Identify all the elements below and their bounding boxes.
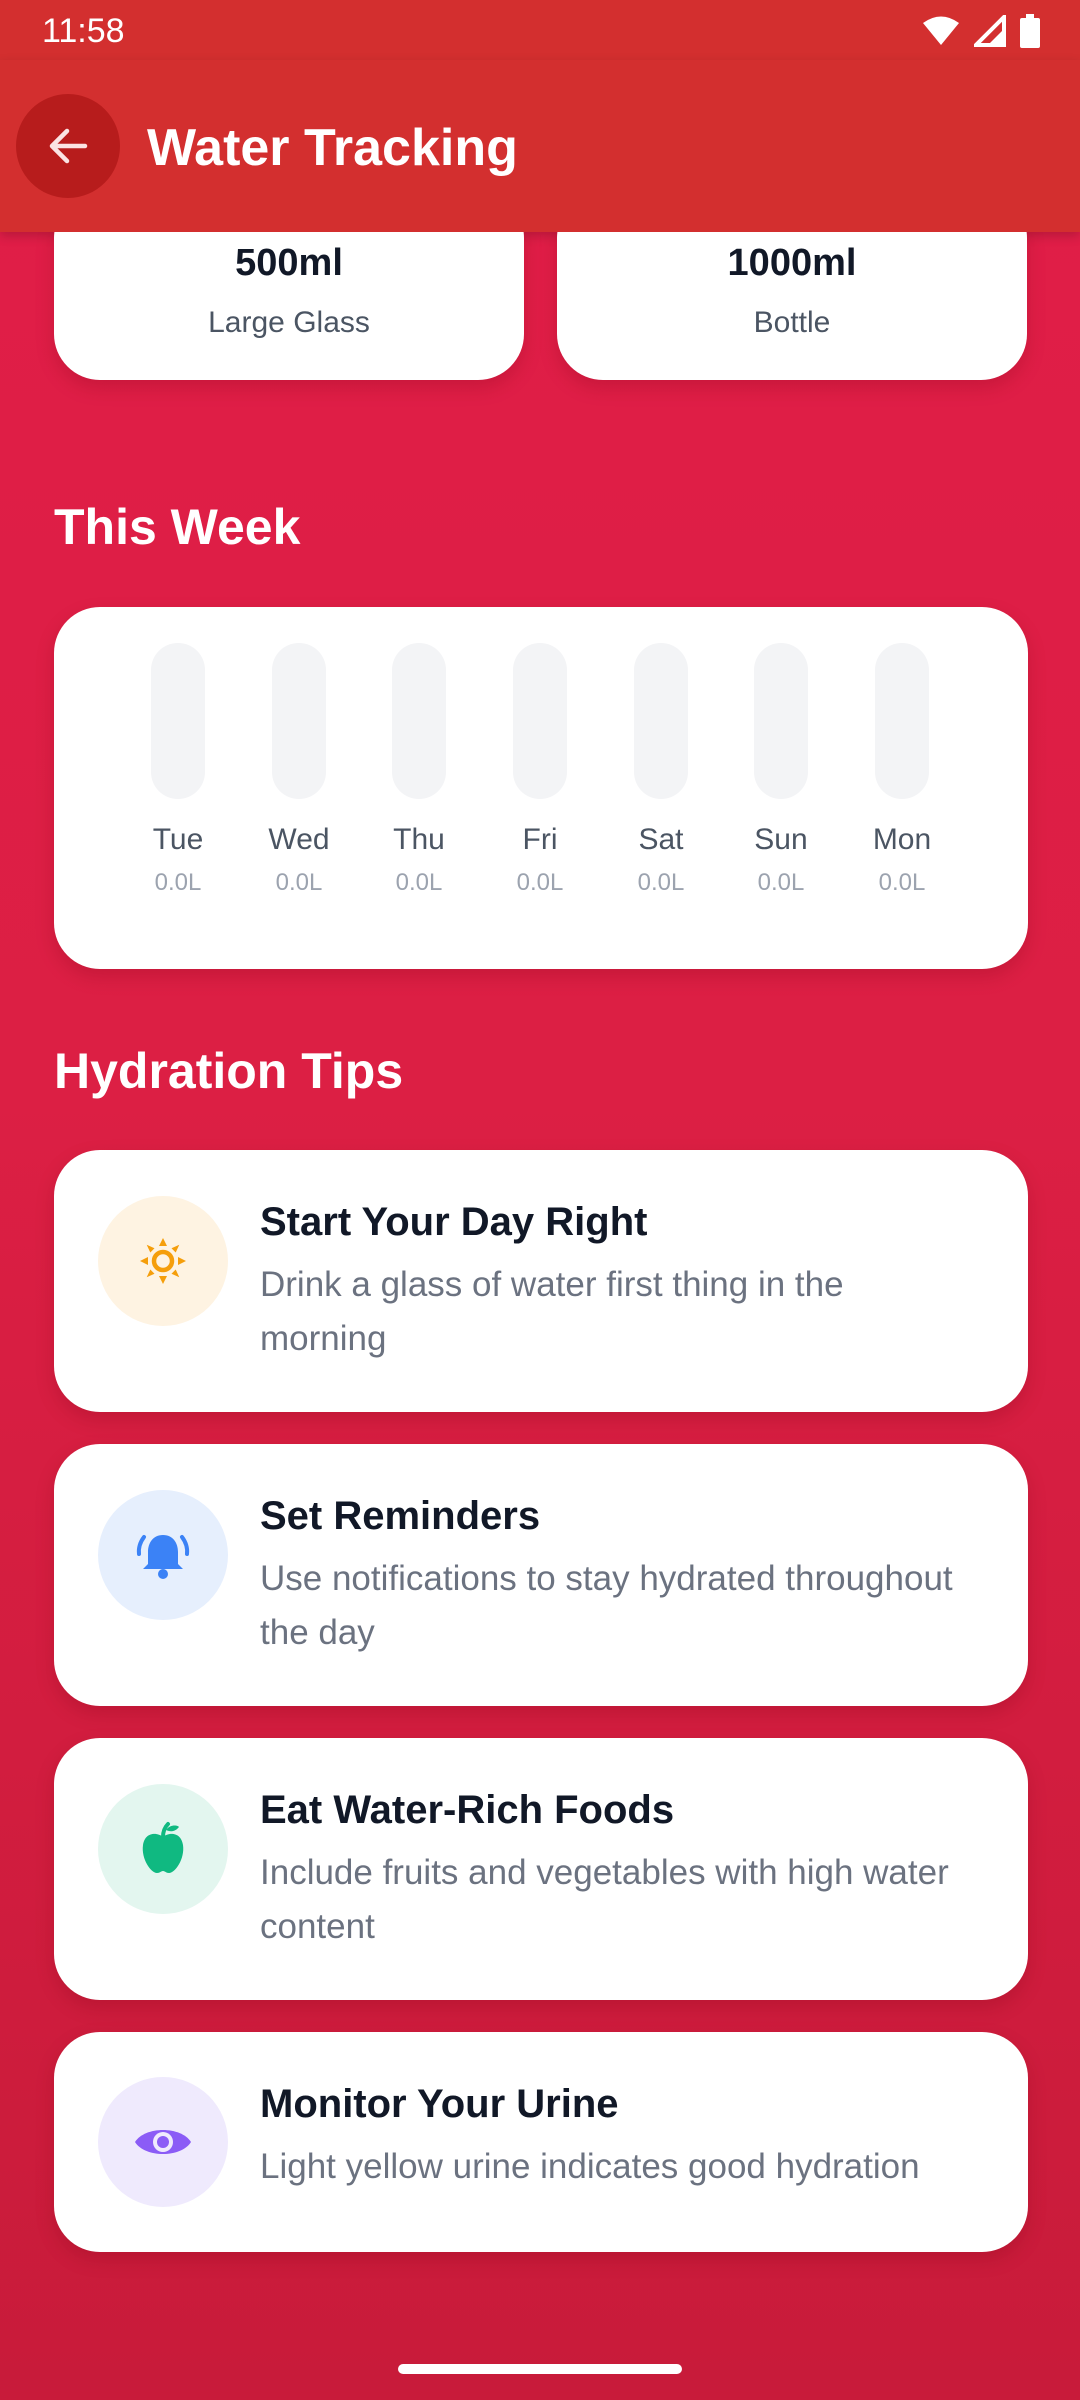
day-column: Sun 0.0L (721, 643, 841, 897)
section-title-hydration-tips: Hydration Tips (54, 1043, 404, 1099)
day-value: 0.0L (516, 869, 564, 896)
tip-icon-container (98, 2077, 228, 2207)
day-column: Fri 0.0L (480, 643, 600, 897)
page-title: Water Tracking (147, 119, 518, 177)
tip-title: Start Your Day Right (260, 1200, 648, 1244)
day-bar (754, 643, 808, 799)
day-value: 0.0L (395, 869, 443, 896)
day-name: Sun (754, 823, 808, 856)
day-name: Tue (152, 823, 204, 856)
back-button[interactable] (16, 94, 120, 198)
battery-icon (1020, 14, 1040, 48)
day-bar (513, 643, 567, 799)
eye-icon (135, 2130, 191, 2154)
size-value: 1000ml (727, 242, 857, 284)
tip-icon-container (98, 1784, 228, 1914)
day-column: Wed 0.0L (239, 643, 359, 897)
section-title-this-week: This Week (54, 499, 301, 555)
app-bar: Water Tracking (0, 60, 1080, 232)
tip-icon-container (98, 1490, 228, 1620)
status-time: 11:58 (42, 12, 125, 50)
tip-description: Use notifications to stay hydrated throu… (260, 1559, 953, 1652)
scroll-content[interactable]: 500ml Large Glass 1000ml Bottle This Wee… (0, 232, 1080, 2400)
day-column: Tue 0.0L (118, 643, 238, 897)
day-name: Thu (393, 823, 445, 856)
day-bar (875, 643, 929, 799)
size-option-bottle[interactable]: 1000ml Bottle (557, 232, 1027, 380)
day-column: Thu 0.0L (359, 643, 479, 897)
size-value: 500ml (235, 242, 343, 284)
day-bar (272, 643, 326, 799)
day-bar (634, 643, 688, 799)
day-column: Sat 0.0L (601, 643, 721, 897)
home-indicator[interactable] (398, 2364, 682, 2374)
wifi-icon (923, 16, 959, 45)
tip-description: Light yellow urine indicates good hydrat… (260, 2147, 920, 2186)
day-column: Mon 0.0L (842, 643, 962, 897)
day-value: 0.0L (878, 869, 926, 896)
size-option-large-glass[interactable]: 500ml Large Glass (54, 232, 524, 380)
day-name: Wed (268, 823, 330, 856)
tip-icon-container (98, 1196, 228, 1326)
tip-card-monitor-urine[interactable]: Monitor Your Urine Light yellow urine in… (54, 2032, 1028, 2252)
day-value: 0.0L (637, 869, 685, 896)
tip-description: Include fruits and vegetables with high … (260, 1853, 949, 1946)
signal-icon (974, 15, 1006, 47)
bell-icon (136, 1535, 190, 1579)
day-value: 0.0L (275, 869, 323, 896)
day-bar (392, 643, 446, 799)
tip-description: Drink a glass of water first thing in th… (260, 1265, 844, 1358)
day-name: Sat (638, 823, 684, 856)
day-name: Fri (522, 823, 558, 856)
tip-title: Eat Water-Rich Foods (260, 1788, 675, 1832)
size-label: Bottle (753, 306, 831, 339)
day-bar (151, 643, 205, 799)
day-value: 0.0L (757, 869, 805, 896)
apple-icon (142, 1822, 184, 1873)
size-label: Large Glass (208, 306, 370, 339)
arrow-back-icon (49, 128, 88, 164)
day-name: Mon (872, 823, 932, 856)
tip-title: Set Reminders (260, 1494, 541, 1538)
sun-icon (140, 1238, 186, 1284)
tip-card-start-your-day[interactable]: Start Your Day Right Drink a glass of wa… (54, 1150, 1028, 1412)
day-value: 0.0L (154, 869, 202, 896)
weekly-chart-card: Tue 0.0L Wed 0.0L Thu 0.0L Fri 0.0L Sat … (54, 607, 1028, 969)
tip-card-water-rich-foods[interactable]: Eat Water-Rich Foods Include fruits and … (54, 1738, 1028, 2000)
tip-card-set-reminders[interactable]: Set Reminders Use notifications to stay … (54, 1444, 1028, 1706)
status-bar: 11:58 (0, 0, 1080, 60)
status-icons (922, 14, 1040, 48)
tip-title: Monitor Your Urine (260, 2082, 619, 2126)
